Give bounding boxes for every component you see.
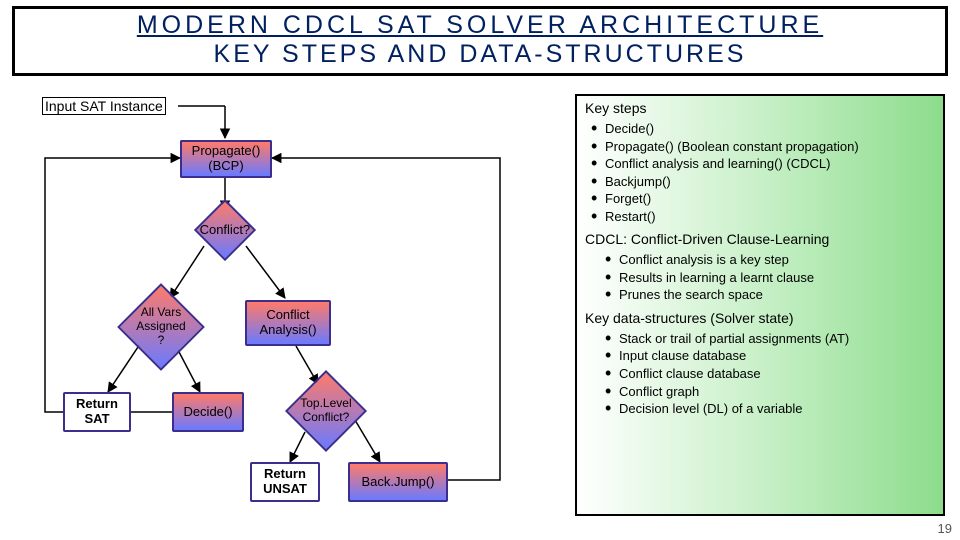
node-backjump: Back.Jump() [348, 462, 448, 502]
input-sat-instance: Input SAT Instance [42, 97, 166, 115]
node-conflict-analysis-label: Conflict Analysis() [259, 308, 316, 338]
ds-list: Stack or trail of partial assignments (A… [585, 330, 935, 418]
cdcl-title: CDCL: Conflict-Driven Clause-Learning [585, 231, 935, 247]
node-return-unsat-label: Return UNSAT [263, 467, 307, 497]
page-number: 19 [938, 521, 952, 536]
key-steps-panel: Key steps Decide() Propagate() (Boolean … [575, 94, 945, 516]
list-item: Backjump() [605, 173, 935, 191]
list-item: Decide() [605, 120, 935, 138]
keysteps-title: Key steps [585, 100, 935, 116]
list-item: Input clause database [619, 347, 935, 365]
title-line1: MODERN CDCL SAT SOLVER ARCHITECTURE [15, 11, 945, 40]
list-item: Decision level (DL) of a variable [619, 400, 935, 418]
node-return-sat: Return SAT [63, 392, 131, 432]
node-propagate-overlay: Propagate() (BCP) [180, 140, 272, 178]
node-return-sat-label: Return SAT [76, 397, 118, 427]
node-conflict: Conflict? [194, 199, 256, 261]
node-backjump-label: Back.Jump() [362, 475, 435, 490]
node-toplevel: Top.Level Conflict? [285, 370, 367, 452]
list-item: Conflict analysis is a key step [619, 251, 935, 269]
ds-title: Key data-structures (Solver state) [585, 310, 935, 326]
cdcl-list: Conflict analysis is a key step Results … [585, 251, 935, 304]
list-item: Prunes the search space [619, 286, 935, 304]
title-line2: KEY STEPS AND DATA-STRUCTURES [15, 40, 945, 69]
node-decide-label: Decide() [183, 405, 232, 420]
title-box: MODERN CDCL SAT SOLVER ARCHITECTURE KEY … [12, 6, 948, 76]
list-item: Restart() [605, 208, 935, 226]
node-allvars: All Vars Assigned ? [117, 283, 205, 371]
node-decide: Decide() [172, 392, 244, 432]
node-conflict-label: Conflict? [200, 223, 251, 238]
list-item: Propagate() (Boolean constant propagatio… [605, 138, 935, 156]
list-item: Results in learning a learnt clause [619, 269, 935, 287]
list-item: Forget() [605, 190, 935, 208]
node-return-unsat: Return UNSAT [250, 462, 320, 502]
node-allvars-label: All Vars Assigned ? [136, 306, 185, 347]
node-conflict-analysis: Conflict Analysis() [245, 300, 331, 346]
list-item: Conflict clause database [619, 365, 935, 383]
list-item: Stack or trail of partial assignments (A… [619, 330, 935, 348]
keysteps-list: Decide() Propagate() (Boolean constant p… [585, 120, 935, 225]
list-item: Conflict analysis and learning() (CDCL) [605, 155, 935, 173]
node-toplevel-label: Top.Level Conflict? [300, 397, 351, 425]
list-item: Conflict graph [619, 383, 935, 401]
